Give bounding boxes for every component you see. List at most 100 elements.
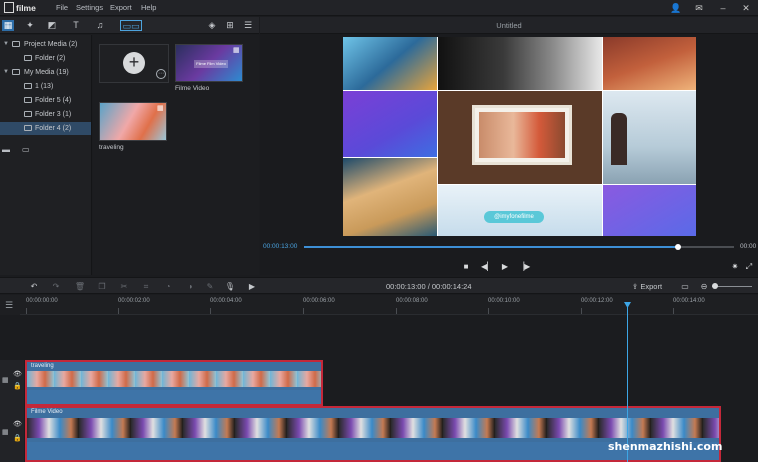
close-icon[interactable]: ✕	[740, 2, 752, 14]
media-thumb-filme-video[interactable]: Filme Film Video ▦	[175, 44, 243, 82]
new-folder-icon[interactable]: ▬	[2, 145, 10, 154]
expand-arrow-icon[interactable]: ▼	[3, 66, 9, 79]
pen-icon[interactable]: ✎	[204, 281, 216, 292]
zoom-out-icon[interactable]: ⊖	[698, 281, 710, 292]
menu-help[interactable]: Help	[141, 3, 156, 12]
import-folder-icon[interactable]: ▭	[22, 145, 30, 154]
expand-arrow-icon[interactable]: ▼	[3, 38, 9, 51]
zoom-slider[interactable]	[712, 283, 752, 289]
clip-filme-video[interactable]: Filme Video	[25, 406, 721, 462]
collage-cell: @imyfonefilme	[438, 185, 602, 236]
ruler-label: 00:00:00:00	[26, 298, 58, 304]
export-button[interactable]: ⇪ Export	[632, 280, 662, 293]
next-frame-icon[interactable]: ▕▶	[518, 262, 530, 272]
camera-icon[interactable]: ▶	[246, 281, 258, 292]
layers-icon[interactable]: ◈	[206, 20, 218, 31]
media-thumb-traveling[interactable]: ▦	[99, 102, 167, 141]
settings-icon[interactable]: ✷	[730, 262, 740, 272]
import-media-button[interactable]: + ⋯	[99, 44, 169, 83]
music-tab-icon[interactable]: ♫	[94, 20, 106, 31]
menu-icon[interactable]: ☰	[5, 300, 13, 311]
view-grid-icon[interactable]: ⊞	[224, 20, 236, 31]
tree-item-folder-5[interactable]: Folder 5 (4)	[0, 94, 91, 107]
transitions-tab-icon[interactable]: ▭▭	[120, 20, 142, 31]
ruler-label: 00:00:06:00	[303, 298, 335, 304]
tree-item-project-media[interactable]: ▼ Project Media (2)	[0, 38, 91, 51]
media-tab-icon[interactable]: ▦	[2, 20, 14, 31]
zoom-slider-handle[interactable]	[712, 283, 718, 289]
undo-icon[interactable]: ↶	[28, 281, 40, 292]
collage-cell	[438, 37, 602, 90]
preview-canvas[interactable]: @imyfonefilme	[343, 37, 696, 236]
clip-filmstrip	[27, 371, 321, 387]
ruler-tick	[488, 308, 489, 314]
redo-icon[interactable]: ↷	[50, 281, 62, 292]
audio-waveform	[27, 390, 321, 404]
tree-item-label: Folder 5 (4)	[35, 97, 72, 104]
ruler-tick	[210, 308, 211, 314]
text-tab-icon[interactable]: T	[70, 20, 82, 31]
tree-item-my-media[interactable]: ▼ My Media (19)	[0, 66, 91, 79]
fullscreen-icon[interactable]: ⤢	[744, 262, 754, 272]
track-menu[interactable]: ☰	[0, 295, 20, 315]
clip-name: Filme Video	[31, 409, 63, 415]
folder-icon	[24, 125, 32, 131]
folder-icon	[12, 41, 20, 47]
ruler-label: 00:00:04:00	[210, 298, 242, 304]
preview-scrubber[interactable]	[304, 244, 734, 250]
tree-item-folder-4[interactable]: Folder 4 (2)	[0, 122, 91, 135]
eye-icon[interactable]: 👁	[13, 420, 22, 428]
folder-icon	[12, 69, 20, 75]
timeline-time: 00:00:13:00 / 00:00:14:24	[386, 282, 472, 291]
media-grid: + ⋯ Filme Film Video ▦ Filme Video ▦ tra…	[93, 35, 259, 275]
play-icon[interactable]: ▶	[500, 262, 510, 272]
filters-tab-icon[interactable]: ◩	[46, 20, 58, 31]
current-time: 00:00:13:00	[263, 243, 298, 250]
app-logo-icon	[4, 2, 14, 13]
lock-icon[interactable]: 🔒	[13, 434, 22, 442]
playhead[interactable]	[627, 306, 628, 462]
plus-icon: +	[123, 52, 145, 74]
speed-icon[interactable]: ◔	[162, 281, 174, 292]
view-list-icon[interactable]: ☰	[242, 20, 254, 31]
more-icon[interactable]: ⋯	[156, 69, 166, 79]
copy-icon[interactable]: ❐	[96, 281, 108, 292]
ruler-tick	[581, 308, 582, 314]
video-type-icon: ▦	[157, 105, 164, 112]
prev-frame-icon[interactable]: ◀▏	[481, 262, 493, 272]
scrubber-handle[interactable]	[675, 244, 682, 250]
title-bar: filme File Settings Export Help 👤 ✉ – ✕	[0, 0, 758, 16]
tree-item-folder-3[interactable]: Folder 3 (1)	[0, 108, 91, 121]
adjust-icon[interactable]: ◑	[184, 281, 196, 292]
clip-traveling[interactable]: traveling	[25, 360, 323, 406]
crop-icon[interactable]: ⌗	[140, 281, 152, 292]
menu-settings[interactable]: Settings	[76, 3, 103, 12]
split-icon[interactable]: ✂	[118, 281, 130, 292]
mail-icon[interactable]: ✉	[693, 2, 705, 14]
lock-icon[interactable]: 🔒	[13, 382, 22, 390]
thumb-caption: Filme Film Video	[194, 60, 228, 68]
mic-icon[interactable]: 🎙	[224, 281, 236, 292]
tree-item-folder[interactable]: Folder (2)	[0, 52, 91, 65]
tree-item-label: Folder 3 (1)	[35, 111, 72, 118]
collage-cell	[603, 91, 696, 184]
export-label: Export	[640, 282, 663, 291]
tree-item-label: Project Media (2)	[24, 41, 78, 48]
stop-icon[interactable]: ■	[461, 262, 471, 272]
menu-export[interactable]: Export	[110, 3, 132, 12]
timeline-ruler[interactable]: 00:00:00:00 00:00:02:00 00:00:04:00 00:0…	[20, 295, 758, 315]
tree-item-label: Folder (2)	[35, 55, 66, 62]
ruler-tick	[673, 308, 674, 314]
eye-icon[interactable]: 👁	[13, 370, 22, 378]
track-header-1: ▦ 👁 🔒	[0, 360, 24, 406]
account-icon[interactable]: 👤	[670, 2, 682, 14]
clip-name: traveling	[31, 363, 54, 369]
menu-file[interactable]: File	[56, 3, 68, 12]
collage-cell	[343, 158, 437, 236]
tree-item-label: Folder 4 (2)	[35, 125, 72, 132]
subtitle-icon[interactable]: ▭	[679, 281, 691, 292]
tree-item-1[interactable]: 1 (13)	[0, 80, 91, 93]
minimize-icon[interactable]: –	[717, 2, 729, 14]
effects-tab-icon[interactable]: ✦	[24, 20, 36, 31]
delete-icon[interactable]: 🗑	[74, 281, 86, 292]
